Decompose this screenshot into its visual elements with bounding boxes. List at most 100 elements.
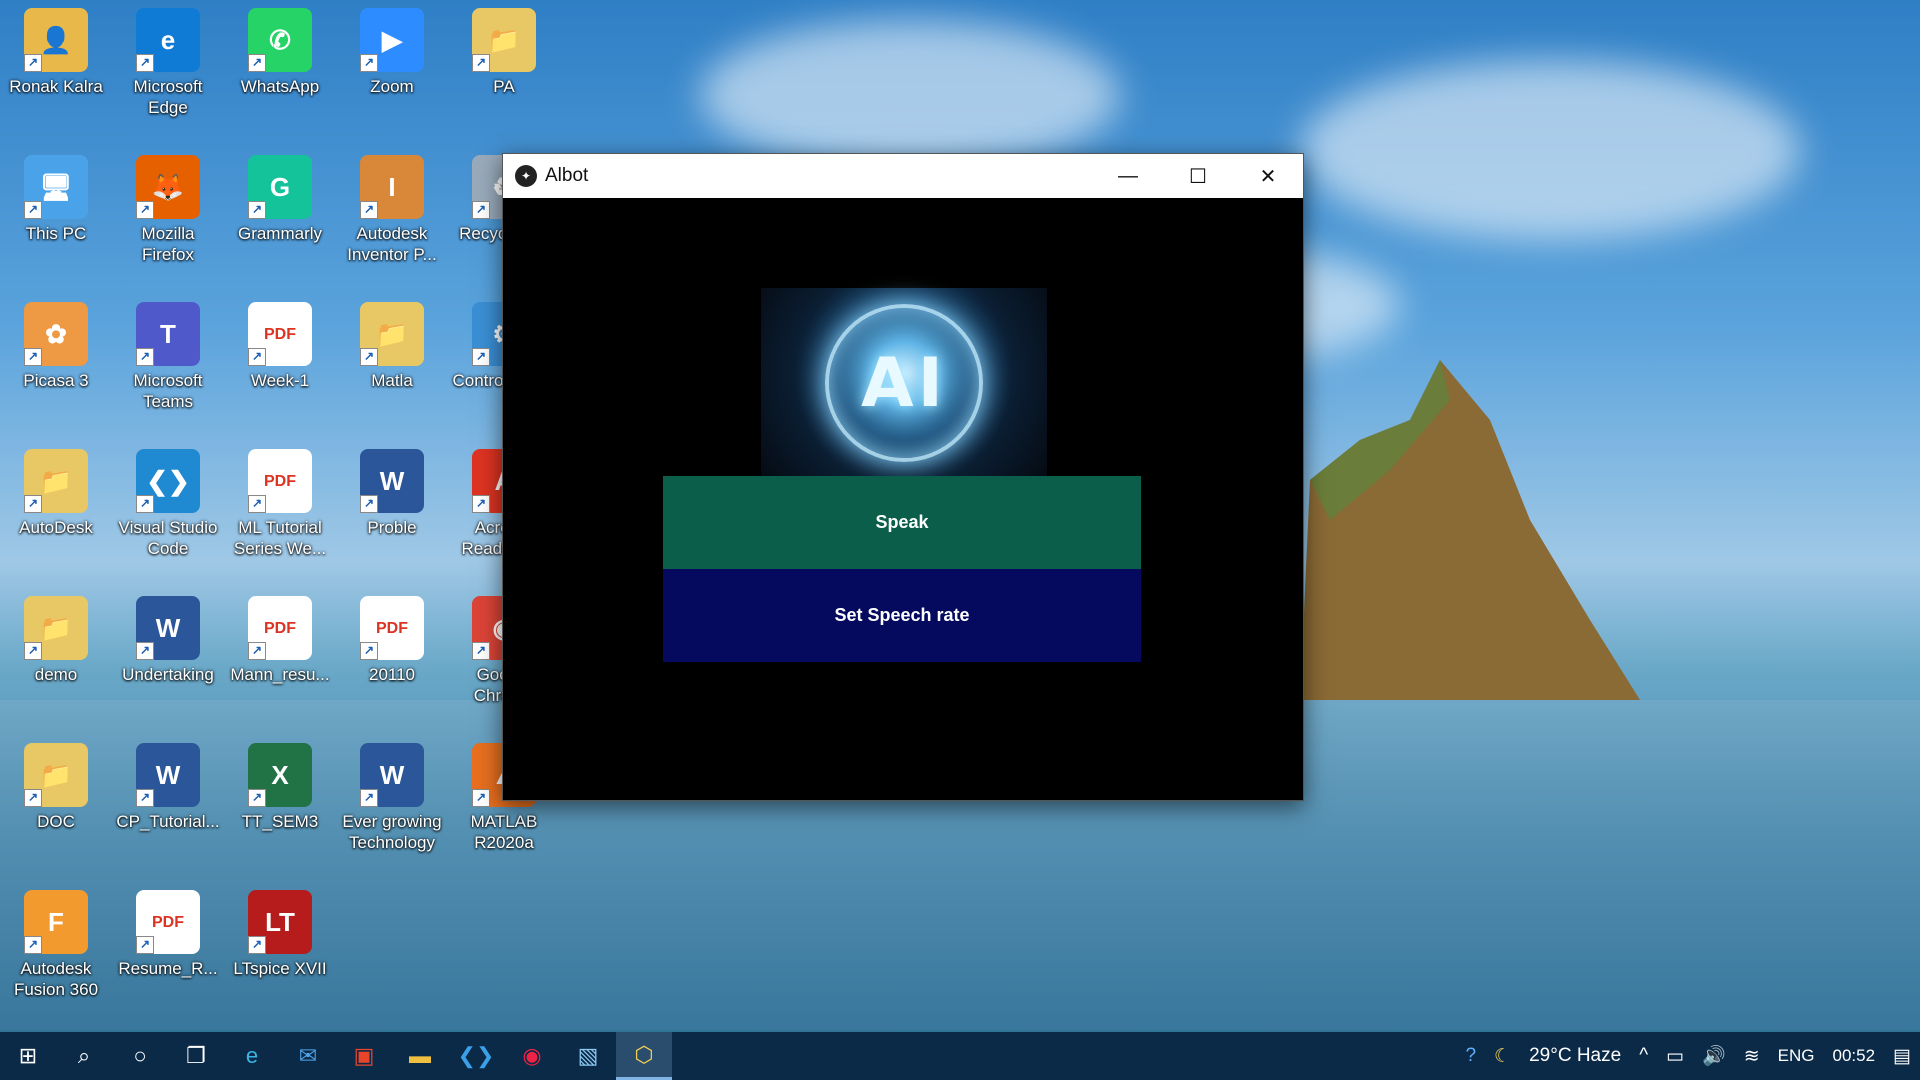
title-bar[interactable]: ✦ Albot — ☐ ✕ [503,154,1303,198]
shortcut-arrow-icon: ↗ [136,495,154,513]
desktop-app-icon: 📁 ↗ [472,8,536,72]
desktop-app-icon: PDF ↗ [136,890,200,954]
shortcut-arrow-icon: ↗ [136,201,154,219]
notification-icon[interactable]: ▤ [1893,1045,1911,1068]
clock[interactable]: 00:52 [1833,1046,1876,1066]
chevron-up-icon[interactable]: ^ [1639,1045,1648,1067]
weather-moon-icon[interactable]: ☾ [1494,1045,1511,1068]
shortcut-arrow-icon: ↗ [24,495,42,513]
desktop-icon[interactable]: ✿ ↗ Picasa 3 [2,302,110,391]
desktop-app-icon: 📁 ↗ [24,743,88,807]
system-tray: ? ☾ 29°C Haze ^ ▭ 🔊 ≋ ENG 00:52 ▤ [1456,1032,1920,1080]
shortcut-arrow-icon: ↗ [360,642,378,660]
cortana-icon[interactable]: ○ [112,1032,168,1080]
desktop-app-icon: ❮❯ ↗ [136,449,200,513]
desktop-icon-label: Ever growing Technology [342,812,442,852]
desktop-app-icon: e ↗ [136,8,200,72]
desktop-icon-label: This PC [25,224,87,243]
desktop-icon[interactable]: 👤 ↗ Ronak Kalra [2,8,110,97]
desktop-icon-label: Grammarly [237,224,323,243]
desktop-icon[interactable]: 🖥 ↗ This PC [2,155,110,244]
desktop-icon[interactable]: 🦊 ↗ Mozilla Firefox [114,155,222,265]
chrome-icon[interactable]: ◉ [504,1032,560,1080]
desktop-icon[interactable]: PDF ↗ Week-1 [226,302,334,391]
shortcut-arrow-icon: ↗ [360,54,378,72]
desktop-icon[interactable]: 📁 ↗ PA [450,8,558,97]
desktop-icon[interactable]: e ↗ Microsoft Edge [114,8,222,118]
wifi-icon[interactable]: ≋ [1744,1045,1760,1068]
desktop-app-icon: ✿ ↗ [24,302,88,366]
help-icon[interactable]: ? [1465,1045,1476,1067]
desktop-icon[interactable]: ▶ ↗ Zoom [338,8,446,97]
desktop-app-icon: LT ↗ [248,890,312,954]
desktop-icon[interactable]: X ↗ TT_SEM3 [226,743,334,832]
shortcut-arrow-icon: ↗ [472,495,490,513]
desktop-icon[interactable]: I ↗ Autodesk Inventor P... [338,155,446,265]
python-icon[interactable]: ⬡ [616,1032,672,1080]
desktop-icon-label: Zoom [370,77,414,96]
desktop-icon[interactable]: W ↗ Proble [338,449,446,538]
desktop-icon[interactable]: PDF ↗ ML Tutorial Series We... [226,449,334,559]
desktop-icon[interactable]: 📁 ↗ AutoDesk [2,449,110,538]
wallpaper-rock [1300,360,1640,700]
set-speech-rate-button[interactable]: Set Speech rate [663,569,1141,662]
file-explorer-icon[interactable]: ▬ [392,1032,448,1080]
shortcut-arrow-icon: ↗ [136,54,154,72]
photos-icon[interactable]: ▧ [560,1032,616,1080]
desktop-icon[interactable]: PDF ↗ Mann_resu... [226,596,334,685]
desktop-icon[interactable]: W ↗ Ever growing Technology [338,743,446,853]
shortcut-arrow-icon: ↗ [24,348,42,366]
speak-button[interactable]: Speak [663,476,1141,569]
desktop-icon-label: Ronak Kalra [9,77,103,96]
desktop-app-icon: PDF ↗ [360,596,424,660]
vscode-icon[interactable]: ❮❯ [448,1032,504,1080]
window-controls: — ☐ ✕ [1093,154,1303,198]
window-title: Albot [545,165,589,186]
desktop-icon[interactable]: ✆ ↗ WhatsApp [226,8,334,97]
albot-window[interactable]: ✦ Albot — ☐ ✕ AI Speak Set Speech rate [502,153,1304,801]
close-button[interactable]: ✕ [1233,154,1303,198]
desktop-icon-label: Proble [367,518,417,537]
task-view-icon[interactable]: ❐ [168,1032,224,1080]
weather-text[interactable]: 29°C Haze [1529,1045,1621,1067]
desktop-icon[interactable]: 📁 ↗ DOC [2,743,110,832]
battery-icon[interactable]: ▭ [1666,1045,1684,1068]
desktop-icon-label: Picasa 3 [23,371,89,390]
desktop-icon[interactable]: ❮❯ ↗ Visual Studio Code [114,449,222,559]
desktop-app-icon: 📁 ↗ [24,596,88,660]
desktop-icon[interactable]: G ↗ Grammarly [226,155,334,244]
desktop-icon[interactable]: 📁 ↗ demo [2,596,110,685]
shortcut-arrow-icon: ↗ [360,348,378,366]
desktop-icon-label: Microsoft Edge [133,77,203,117]
shortcut-arrow-icon: ↗ [248,642,266,660]
desktop-icon-label: ML Tutorial Series We... [233,518,327,558]
desktop-app-icon: G ↗ [248,155,312,219]
shortcut-arrow-icon: ↗ [136,936,154,954]
desktop-icon[interactable]: LT ↗ LTspice XVII [226,890,334,979]
minimize-button[interactable]: — [1093,154,1163,198]
desktop-icon-label: Mann_resu... [230,665,330,684]
desktop-app-icon: 📁 ↗ [24,449,88,513]
shortcut-arrow-icon: ↗ [136,348,154,366]
volume-icon[interactable]: 🔊 [1702,1044,1726,1068]
language-indicator[interactable]: ENG [1778,1046,1815,1066]
edge-icon[interactable]: e [224,1032,280,1080]
shortcut-arrow-icon: ↗ [136,642,154,660]
shortcut-arrow-icon: ↗ [24,54,42,72]
desktop-icon[interactable]: PDF ↗ Resume_R... [114,890,222,979]
desktop-icon[interactable]: 📁 ↗ Matla [338,302,446,391]
desktop-icon[interactable]: PDF ↗ 20110 [338,596,446,685]
desktop-app-icon: PDF ↗ [248,449,312,513]
desktop-app-icon: W ↗ [136,743,200,807]
mail-icon[interactable]: ✉ [280,1032,336,1080]
search-icon[interactable]: ⌕ [56,1032,112,1080]
shortcut-arrow-icon: ↗ [360,789,378,807]
desktop-icon[interactable]: W ↗ CP_Tutorial... [114,743,222,832]
desktop-icon[interactable]: T ↗ Microsoft Teams [114,302,222,412]
desktop-icon[interactable]: F ↗ Autodesk Fusion 360 [2,890,110,1000]
windows-start-icon[interactable]: ⊞ [0,1032,56,1080]
maximize-button[interactable]: ☐ [1163,154,1233,198]
desktop-icon[interactable]: W ↗ Undertaking [114,596,222,685]
desktop-icon-label: WhatsApp [240,77,320,96]
office-icon[interactable]: ▣ [336,1032,392,1080]
